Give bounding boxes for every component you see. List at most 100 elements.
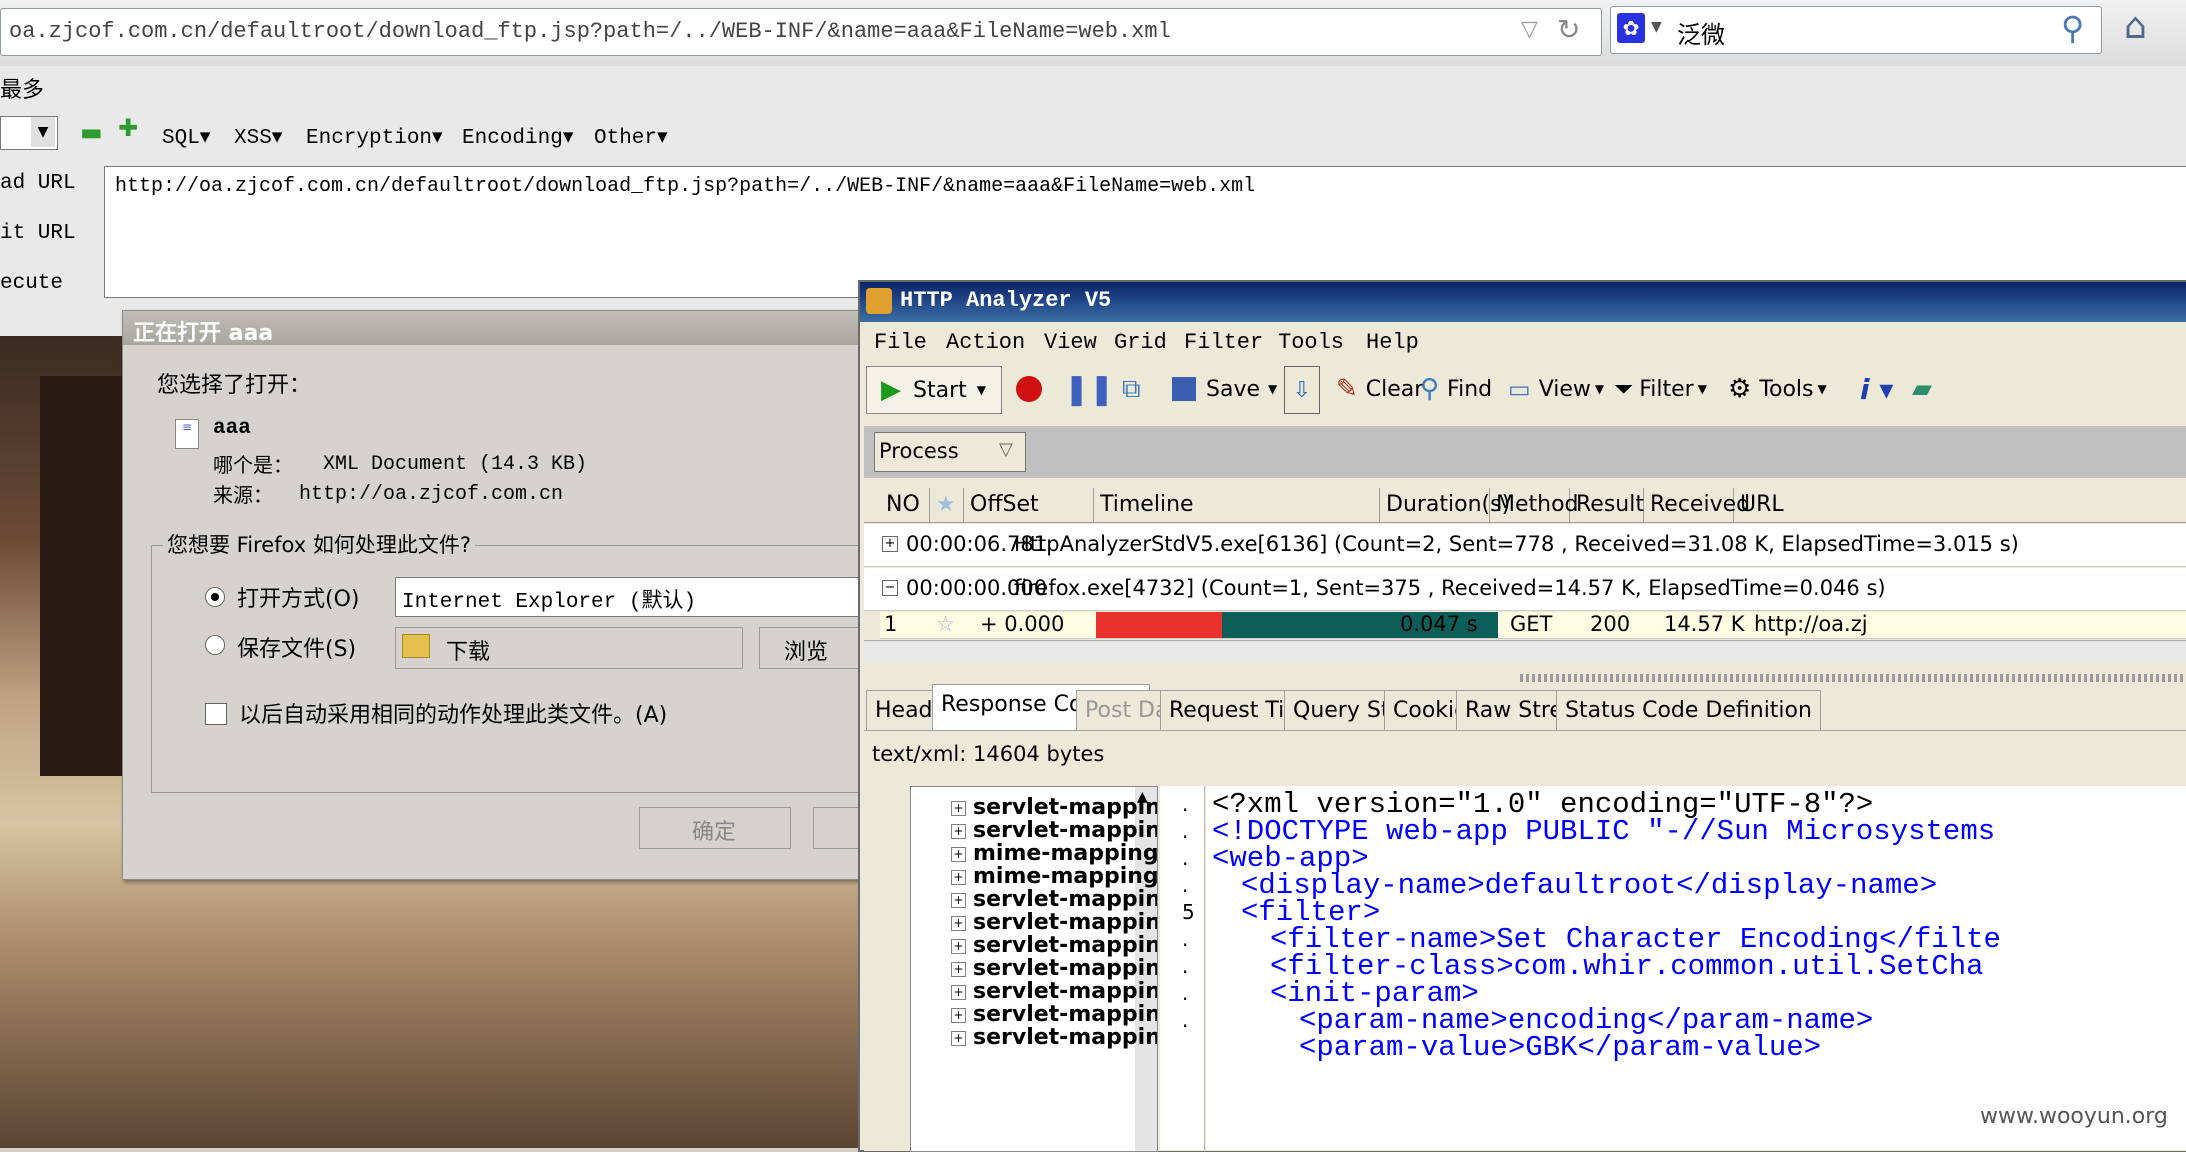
tree-node[interactable]: servlet-mappin bbox=[973, 956, 1157, 981]
save-folder-field[interactable]: 下载 bbox=[395, 627, 743, 669]
menu-other[interactable]: Other▾ bbox=[594, 124, 668, 150]
bookmark-most-visited[interactable]: 最多 bbox=[0, 72, 44, 104]
menu-grid[interactable]: Grid bbox=[1114, 330, 1167, 355]
process-column-chip[interactable]: Process ▽ bbox=[874, 432, 1026, 472]
autoscroll-icon[interactable]: ⇩ bbox=[1284, 366, 1320, 414]
save-label[interactable]: 保存文件(S) bbox=[237, 631, 356, 663]
save-radio[interactable] bbox=[205, 635, 225, 655]
process-row[interactable]: − 00:00:00.000 firefox.exe[4732] (Count=… bbox=[864, 568, 2186, 611]
info-icon[interactable]: i ▾ bbox=[1860, 366, 1893, 412]
tree-expand-icon[interactable]: + bbox=[951, 847, 966, 862]
col-no[interactable]: NO bbox=[880, 488, 930, 522]
auto-label[interactable]: 以后自动采用相同的动作处理此类文件。(A) bbox=[239, 697, 667, 729]
pause-icon[interactable]: ❚❚ bbox=[1064, 366, 1114, 412]
menu-xss[interactable]: XSS▾ bbox=[234, 124, 282, 150]
filter-dropdown-icon[interactable]: ▼ bbox=[1698, 382, 1707, 396]
tools-button[interactable]: ⚙ Tools ▼ bbox=[1728, 366, 1827, 412]
request-row[interactable]: 1 ☆ + 0.000 0.047 s GET 200 14.57 K http… bbox=[880, 612, 2186, 639]
menu-help[interactable]: Help bbox=[1366, 330, 1419, 355]
find-button[interactable]: ⚲ Find bbox=[1420, 366, 1492, 412]
baidu-paw-icon[interactable]: ✿ bbox=[1617, 13, 1645, 43]
save-button[interactable]: Save ▼ bbox=[1172, 366, 1277, 412]
col-result[interactable]: Result bbox=[1570, 488, 1644, 522]
col-url[interactable]: URL bbox=[1734, 488, 2186, 522]
tree-node[interactable]: servlet-mappin bbox=[973, 910, 1157, 935]
tree-expand-icon[interactable]: + bbox=[951, 870, 966, 885]
tree-node[interactable]: servlet-mappin bbox=[973, 1025, 1157, 1050]
menu-sql[interactable]: SQL▾ bbox=[162, 124, 210, 150]
tab-status-code[interactable]: Status Code Definition bbox=[1556, 690, 1821, 731]
view-dropdown-icon[interactable]: ▼ bbox=[1595, 382, 1604, 396]
col-received[interactable]: Received bbox=[1644, 488, 1750, 522]
search-box[interactable]: ✿ ▼ 泛微 ⚲ bbox=[1610, 6, 2102, 54]
tree-node[interactable]: servlet-mappin bbox=[973, 795, 1157, 820]
split-url-button[interactable]: it URL bbox=[0, 222, 76, 245]
load-url-button[interactable]: ad URL bbox=[0, 172, 76, 195]
row-star-icon[interactable]: ☆ bbox=[936, 612, 955, 636]
menu-tools[interactable]: Tools bbox=[1278, 330, 1344, 355]
tree-expand-icon[interactable]: + bbox=[951, 893, 966, 908]
start-button[interactable]: ▶ Start ▼ bbox=[866, 366, 1002, 414]
search-input[interactable]: 泛微 bbox=[1677, 15, 1725, 50]
reload-icon[interactable]: ↻ bbox=[1557, 13, 1580, 46]
menu-view[interactable]: View bbox=[1044, 330, 1097, 355]
address-bar[interactable]: oa.zjcof.com.cn/defaultroot/download_ftp… bbox=[0, 8, 1602, 56]
sort-icon[interactable]: ▽ bbox=[999, 439, 1013, 460]
tree-node[interactable]: servlet-mappin bbox=[973, 1002, 1157, 1027]
menu-file[interactable]: File bbox=[874, 330, 927, 355]
search-engine-dropdown-icon[interactable]: ▼ bbox=[1651, 19, 1662, 35]
tree-node[interactable]: servlet-mappin bbox=[973, 818, 1157, 843]
tree-expand-icon[interactable]: + bbox=[951, 1008, 966, 1023]
star-column-icon[interactable]: ★ bbox=[930, 488, 964, 522]
dropdown-arrow-icon[interactable]: ▽ bbox=[1521, 17, 1538, 42]
col-method[interactable]: Method bbox=[1490, 488, 1579, 522]
tree-expand-icon[interactable]: + bbox=[951, 985, 966, 1000]
menu-filter[interactable]: Filter bbox=[1184, 330, 1263, 355]
hackbar-url-textarea[interactable]: http://oa.zjcof.com.cn/defaultroot/downl… bbox=[104, 166, 2186, 298]
tree-node[interactable]: servlet-mappin bbox=[973, 887, 1157, 912]
book-icon[interactable]: ▰ bbox=[1912, 366, 1932, 412]
xml-tree[interactable]: ▲ + servlet-mappin + servlet-mappin + mime-ma… bbox=[910, 786, 1158, 1152]
start-dropdown-icon[interactable]: ▼ bbox=[977, 383, 986, 397]
open-with-radio[interactable] bbox=[205, 587, 225, 607]
save-dropdown-icon[interactable]: ▼ bbox=[1268, 382, 1277, 396]
tools-dropdown-icon[interactable]: ▼ bbox=[1818, 382, 1827, 396]
execute-button[interactable]: ecute bbox=[0, 272, 63, 295]
tree-node[interactable]: mime-mapping bbox=[973, 864, 1157, 889]
tree-expand-icon[interactable]: + bbox=[951, 916, 966, 931]
browse-button[interactable]: 浏览 bbox=[759, 627, 865, 669]
tree-node[interactable]: servlet-mappin bbox=[973, 933, 1157, 958]
increase-icon[interactable]: ✚ bbox=[118, 114, 138, 142]
stop-icon[interactable] bbox=[1016, 366, 1042, 412]
clear-button[interactable]: ✎ Clear bbox=[1336, 366, 1423, 412]
copy-icon[interactable]: ⧉ bbox=[1122, 366, 1141, 412]
process-row[interactable]: + 00:00:06.781 HttpAnalyzerStdV5.exe[613… bbox=[864, 524, 2186, 567]
menu-action[interactable]: Action bbox=[946, 330, 1025, 355]
menu-encoding[interactable]: Encoding▾ bbox=[462, 124, 573, 150]
home-icon[interactable]: ⌂ bbox=[2124, 6, 2147, 47]
tree-expand-icon[interactable]: + bbox=[951, 801, 966, 816]
col-timeline[interactable]: Timeline bbox=[1094, 488, 1380, 522]
tree-expand-icon[interactable]: + bbox=[951, 1031, 966, 1046]
tree-node[interactable]: mime-mapping bbox=[973, 841, 1157, 866]
open-with-label[interactable]: 打开方式(O) bbox=[237, 581, 359, 613]
select-arrow-icon[interactable]: ▼ bbox=[31, 117, 55, 147]
expand-icon[interactable]: + bbox=[882, 536, 898, 552]
menu-encryption[interactable]: Encryption▾ bbox=[306, 124, 443, 150]
view-button[interactable]: ▭ View ▼ bbox=[1508, 366, 1604, 412]
decrease-icon[interactable]: ▬ bbox=[80, 118, 103, 146]
tree-node[interactable]: servlet-mappin bbox=[973, 979, 1157, 1004]
expanded-icon[interactable]: − bbox=[882, 580, 898, 596]
col-offset[interactable]: OffSet bbox=[964, 488, 1094, 522]
tree-expand-icon[interactable]: + bbox=[951, 939, 966, 954]
filter-button[interactable]: ⏷ Filter ▼ bbox=[1614, 366, 1707, 412]
search-icon[interactable]: ⚲ bbox=[2061, 9, 2084, 47]
splitter[interactable] bbox=[1520, 674, 2186, 682]
auto-checkbox[interactable] bbox=[205, 703, 227, 725]
grid-hscrollbar[interactable] bbox=[864, 640, 2186, 663]
col-duration[interactable]: Duration(s) bbox=[1380, 488, 1510, 522]
ok-button[interactable]: 确定 bbox=[639, 807, 791, 849]
tree-expand-icon[interactable]: + bbox=[951, 962, 966, 977]
tree-expand-icon[interactable]: + bbox=[951, 824, 966, 839]
load-select[interactable]: ▼ bbox=[0, 116, 58, 150]
